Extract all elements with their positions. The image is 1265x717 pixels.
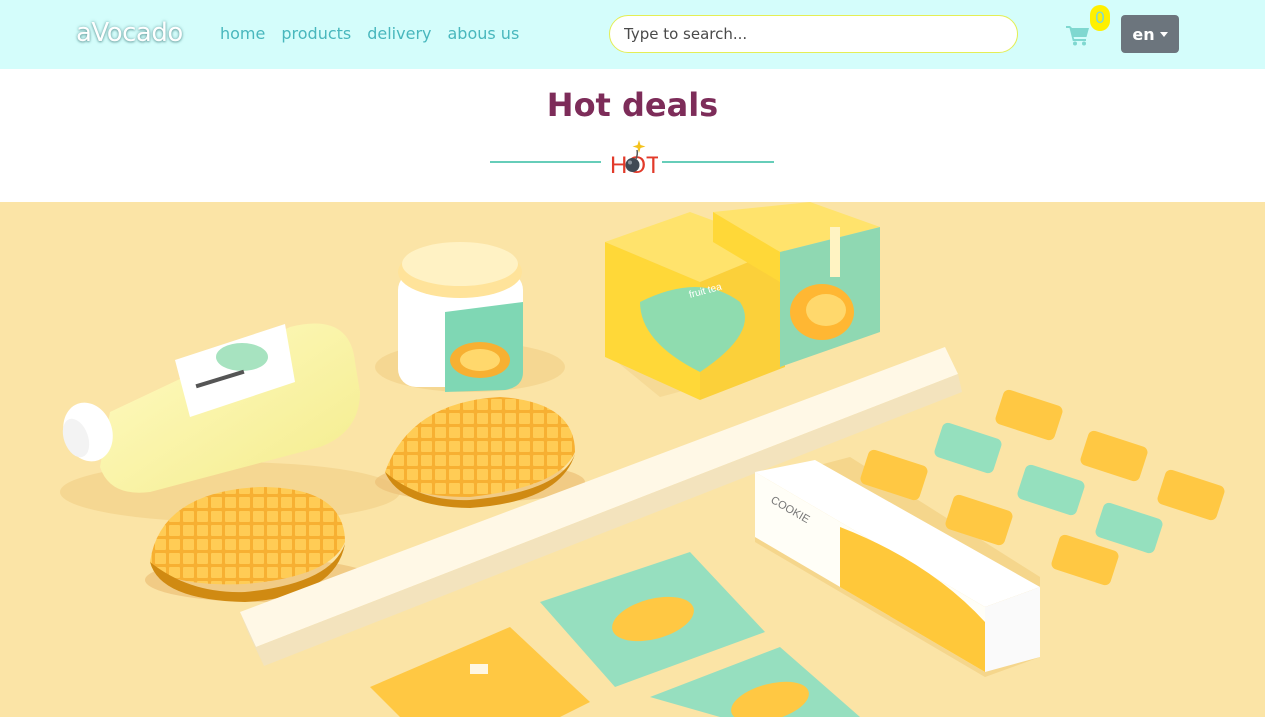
nav-link-delivery[interactable]: delivery <box>367 24 431 43</box>
brand-logo[interactable]: aVocado <box>76 18 183 48</box>
section-title: Hot deals <box>546 86 719 124</box>
language-dropdown-button[interactable]: en <box>1121 15 1179 53</box>
shopping-cart-icon[interactable] <box>1066 24 1090 46</box>
hot-bomb-icon: HOT <box>610 140 658 179</box>
cart-count-badge: 0 <box>1090 5 1110 31</box>
language-label: en <box>1132 24 1155 44</box>
divider-right <box>662 161 774 163</box>
navbar: aVocado home products delivery abous us … <box>0 0 1265 69</box>
search-input[interactable] <box>609 15 1018 53</box>
nav-link-about-us[interactable]: abous us <box>447 24 519 43</box>
hero-banner-image: fruit tea COOKIE <box>0 202 1265 717</box>
nav-link-products[interactable]: products <box>281 24 351 43</box>
caret-down-icon <box>1159 31 1168 37</box>
nav-links: home products delivery abous us <box>220 24 519 43</box>
divider-left <box>490 161 601 163</box>
nav-link-home[interactable]: home <box>220 24 265 43</box>
